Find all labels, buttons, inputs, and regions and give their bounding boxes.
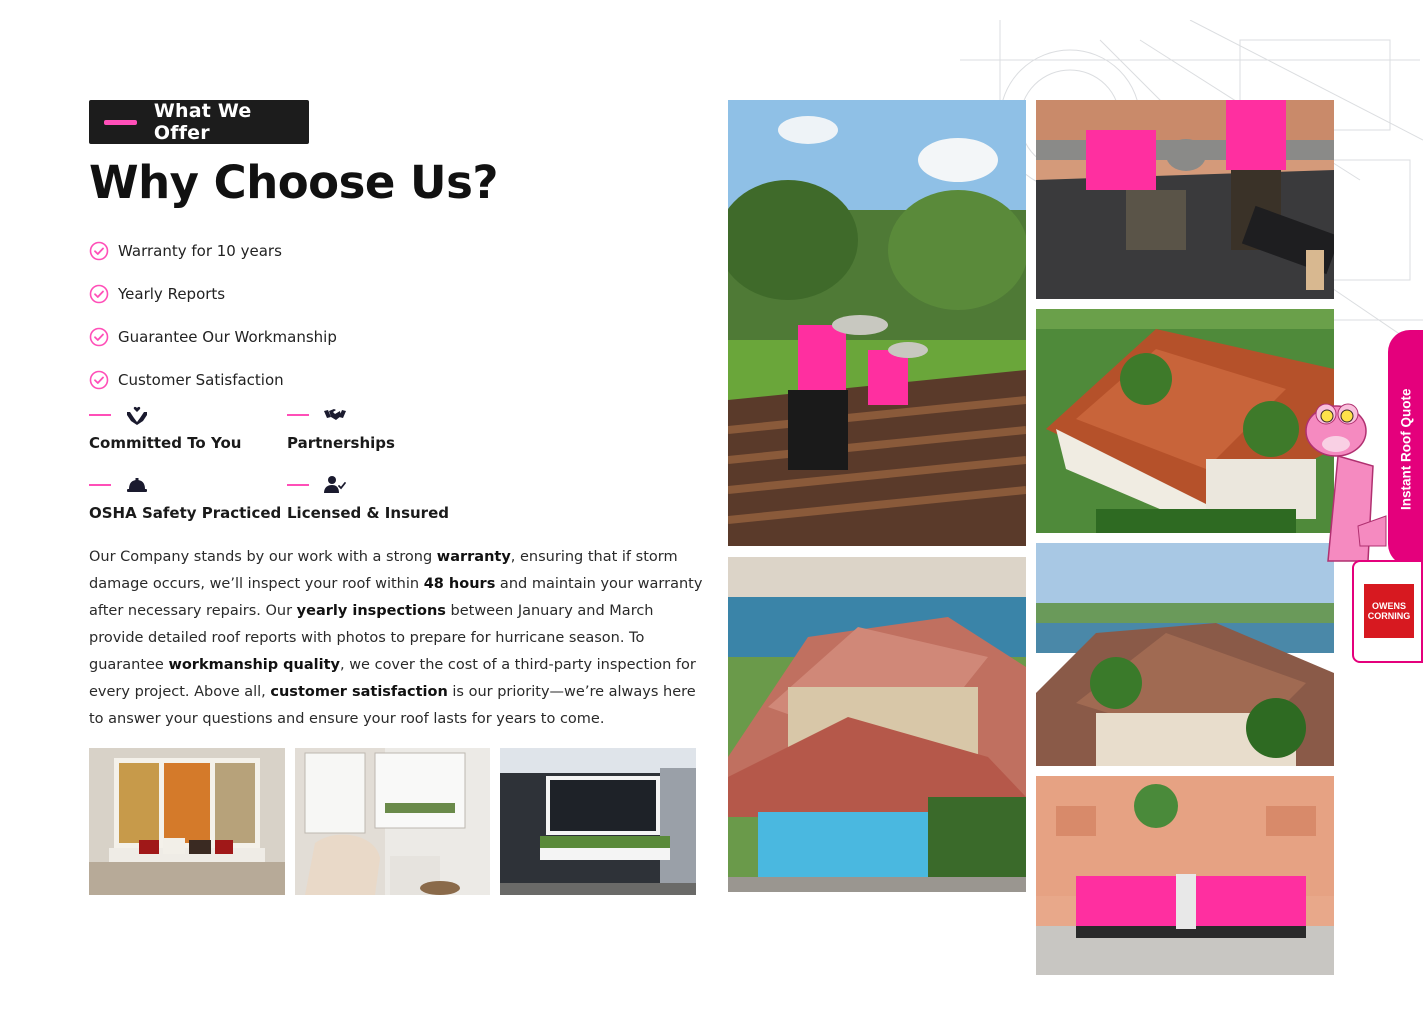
feature-label: OSHA Safety Practiced [89, 504, 282, 522]
description-emphasis: yearly inspections [296, 603, 446, 619]
tag-accent-bar [104, 119, 137, 125]
tag-label: What We Offer [153, 100, 252, 144]
handshake-icon [324, 409, 346, 420]
description-emphasis: 48 hours [423, 576, 496, 592]
roof-membrane-install-photo [1036, 100, 1334, 299]
pink-panther-mascot-icon [1305, 403, 1387, 562]
feature-dash [287, 484, 309, 486]
feature-partnerships: Partnerships [287, 404, 395, 452]
window-seat-photo [89, 748, 285, 895]
feature-licensed: Licensed & Insured [287, 474, 449, 522]
check-circle-icon [89, 241, 109, 260]
tile-roof-aerial-photo [1036, 309, 1334, 533]
feature-label: Committed To You [89, 434, 242, 452]
user-check-icon [324, 476, 346, 493]
instant-roof-quote-tab[interactable]: Instant Roof Quote [1388, 330, 1423, 566]
page-title: Why Choose Us? [89, 156, 498, 209]
checklist-label: Warranty for 10 years [118, 241, 282, 260]
feature-label: Partnerships [287, 434, 395, 452]
team-photo [1036, 776, 1334, 975]
feature-dash [89, 484, 111, 486]
checklist-item: Yearly Reports [89, 272, 337, 315]
checklist-item: Guarantee Our Workmanship [89, 315, 337, 358]
quote-tab-label[interactable]: Instant Roof Quote [1392, 388, 1420, 510]
feature-label: Licensed & Insured [287, 504, 449, 522]
description-emphasis: customer satisfaction [270, 684, 448, 700]
hard-hat-icon [127, 478, 147, 492]
logo-line2: CORNING [1367, 611, 1411, 621]
owens-corning-logo: OWENS CORNING [1364, 584, 1414, 638]
logo-line1: OWENS [1371, 601, 1406, 611]
section-tag: What We Offer [89, 100, 309, 144]
checklist-item: Customer Satisfaction [89, 358, 337, 401]
feature-osha: OSHA Safety Practiced [89, 474, 281, 522]
check-circle-icon [89, 327, 109, 346]
description-text: Our Company stands by our work with a st… [89, 549, 437, 565]
checklist-label: Yearly Reports [118, 284, 226, 303]
bedroom-window-photo [295, 748, 490, 895]
red-tile-house-photo [728, 557, 1026, 892]
feature-dash [287, 414, 309, 416]
checklist-label: Guarantee Our Workmanship [118, 327, 337, 346]
checklist-label: Customer Satisfaction [118, 370, 284, 389]
description-emphasis: warranty [436, 549, 511, 565]
hands-heart-icon [127, 406, 147, 425]
feature-committed: Committed To You [89, 404, 241, 452]
roofers-working-photo [728, 100, 1026, 546]
owens-corning-badge[interactable]: OWENS CORNING [1352, 560, 1423, 663]
company-description: Our Company stands by our work with a st… [89, 544, 704, 733]
house-exterior-photo [500, 748, 696, 895]
description-emphasis: workmanship quality [168, 657, 340, 673]
check-circle-icon [89, 284, 109, 303]
benefits-checklist: Warranty for 10 years Yearly Reports Gua… [89, 229, 337, 401]
neighborhood-roofs-photo [1036, 543, 1334, 766]
feature-dash [89, 414, 111, 416]
check-circle-icon [89, 370, 109, 389]
checklist-item: Warranty for 10 years [89, 229, 337, 272]
